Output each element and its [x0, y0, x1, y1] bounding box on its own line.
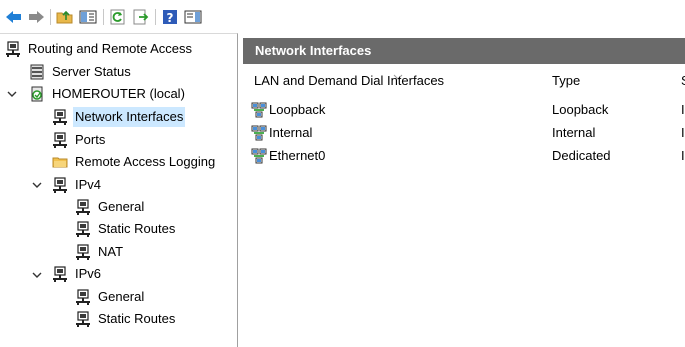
refresh-icon[interactable]	[108, 7, 128, 27]
forward-icon[interactable]	[26, 7, 46, 27]
tree-item-label: NAT	[98, 244, 124, 259]
show-hide-tree-icon[interactable]	[78, 7, 98, 27]
server-status-icon	[28, 63, 46, 81]
interface-name: Internal	[269, 125, 313, 140]
tree-item-network-interfaces[interactable]: Network Interfaces	[51, 106, 186, 128]
chevron-down-icon[interactable]	[31, 269, 43, 281]
interface-type: Dedicated	[552, 148, 611, 163]
tree-item-ipv6-general[interactable]: General	[74, 286, 146, 308]
chevron-down-icon[interactable]	[6, 88, 18, 100]
tree-item-label: IPv4	[75, 177, 102, 192]
table-row[interactable]: Loopback Loopback I	[243, 99, 685, 121]
tree-item-label: Static Routes	[98, 311, 176, 326]
network-interface-icon	[251, 125, 267, 141]
toolbar-separator	[155, 9, 156, 25]
action-pane-icon[interactable]	[183, 7, 203, 27]
server-icon	[51, 108, 69, 126]
server-icon	[74, 310, 92, 328]
tree-item-server-status[interactable]: Server Status	[28, 61, 133, 83]
details-title: Network Interfaces	[243, 38, 685, 64]
tree-item-ipv4-nat[interactable]: NAT	[74, 241, 125, 263]
tree-item-label: Ports	[75, 132, 106, 147]
network-interface-icon	[251, 148, 267, 164]
folder-icon	[51, 153, 69, 171]
toolbar-separator	[103, 9, 104, 25]
server-icon	[74, 243, 92, 261]
server-icon	[74, 288, 92, 306]
tree-item-label: IPv6	[75, 266, 102, 281]
console-tree: Routing and Remote Access Server Status …	[0, 33, 238, 347]
tree-item-label: General	[98, 199, 145, 214]
table-row[interactable]: Internal Internal I	[243, 122, 685, 144]
details-pane: Network Interfaces LAN and Demand Dial I…	[243, 33, 685, 347]
tree-item-label: General	[98, 289, 145, 304]
tree-item-label: Remote Access Logging	[75, 154, 216, 169]
back-icon[interactable]	[4, 7, 24, 27]
column-header-status[interactable]: S	[681, 70, 685, 92]
network-interface-icon	[251, 102, 267, 118]
tree-item-label: Routing and Remote Access	[28, 41, 193, 56]
interface-name: Ethernet0	[269, 148, 326, 163]
tree-item-label: Network Interfaces	[73, 107, 186, 127]
tree-item-label: Static Routes	[98, 221, 176, 236]
tree-item-label: Server Status	[52, 64, 131, 79]
up-folder-icon[interactable]	[55, 7, 75, 27]
server-icon	[51, 131, 69, 149]
server-icon	[74, 220, 92, 238]
server-icon	[51, 176, 69, 194]
column-header-interfaces[interactable]: LAN and Demand Dial Interfaces	[254, 70, 444, 92]
router-server-icon	[28, 85, 46, 103]
tree-item-routing-root[interactable]: Routing and Remote Access	[4, 38, 194, 60]
tree-item-ipv4[interactable]: IPv4	[51, 174, 103, 196]
server-icon	[74, 198, 92, 216]
column-header-type[interactable]: Type	[552, 70, 580, 92]
tree-item-label: HOMEROUTER (local)	[52, 86, 185, 101]
interface-name: Loopback	[269, 102, 326, 117]
tree-item-homerouter[interactable]: HOMEROUTER (local)	[28, 83, 187, 105]
table-row[interactable]: Ethernet0 Dedicated I	[243, 145, 685, 167]
help-icon[interactable]: ?	[160, 7, 180, 27]
svg-text:?: ?	[167, 11, 174, 25]
export-list-icon[interactable]	[131, 7, 151, 27]
server-icon	[4, 40, 22, 58]
toolbar-separator	[50, 9, 51, 25]
chevron-down-icon[interactable]	[31, 179, 43, 191]
interface-status: I	[681, 102, 685, 117]
interface-type: Internal	[552, 125, 596, 140]
interface-status: I	[681, 148, 685, 163]
tree-item-ipv4-static-routes[interactable]: Static Routes	[74, 218, 177, 240]
interface-status: I	[681, 125, 685, 140]
interface-type: Loopback	[552, 102, 609, 117]
tree-item-ipv6[interactable]: IPv6	[51, 263, 103, 285]
interface-name-cell: Ethernet0	[251, 145, 325, 167]
tree-item-ipv4-general[interactable]: General	[74, 196, 146, 218]
tree-item-ipv6-static-routes[interactable]: Static Routes	[74, 308, 177, 330]
toolbar: ?	[0, 0, 685, 33]
interface-name-cell: Loopback	[251, 99, 325, 121]
server-icon	[51, 265, 69, 283]
interface-name-cell: Internal	[251, 122, 312, 144]
tree-item-ports[interactable]: Ports	[51, 129, 107, 151]
tree-item-remote-access-logging[interactable]: Remote Access Logging	[51, 151, 217, 173]
